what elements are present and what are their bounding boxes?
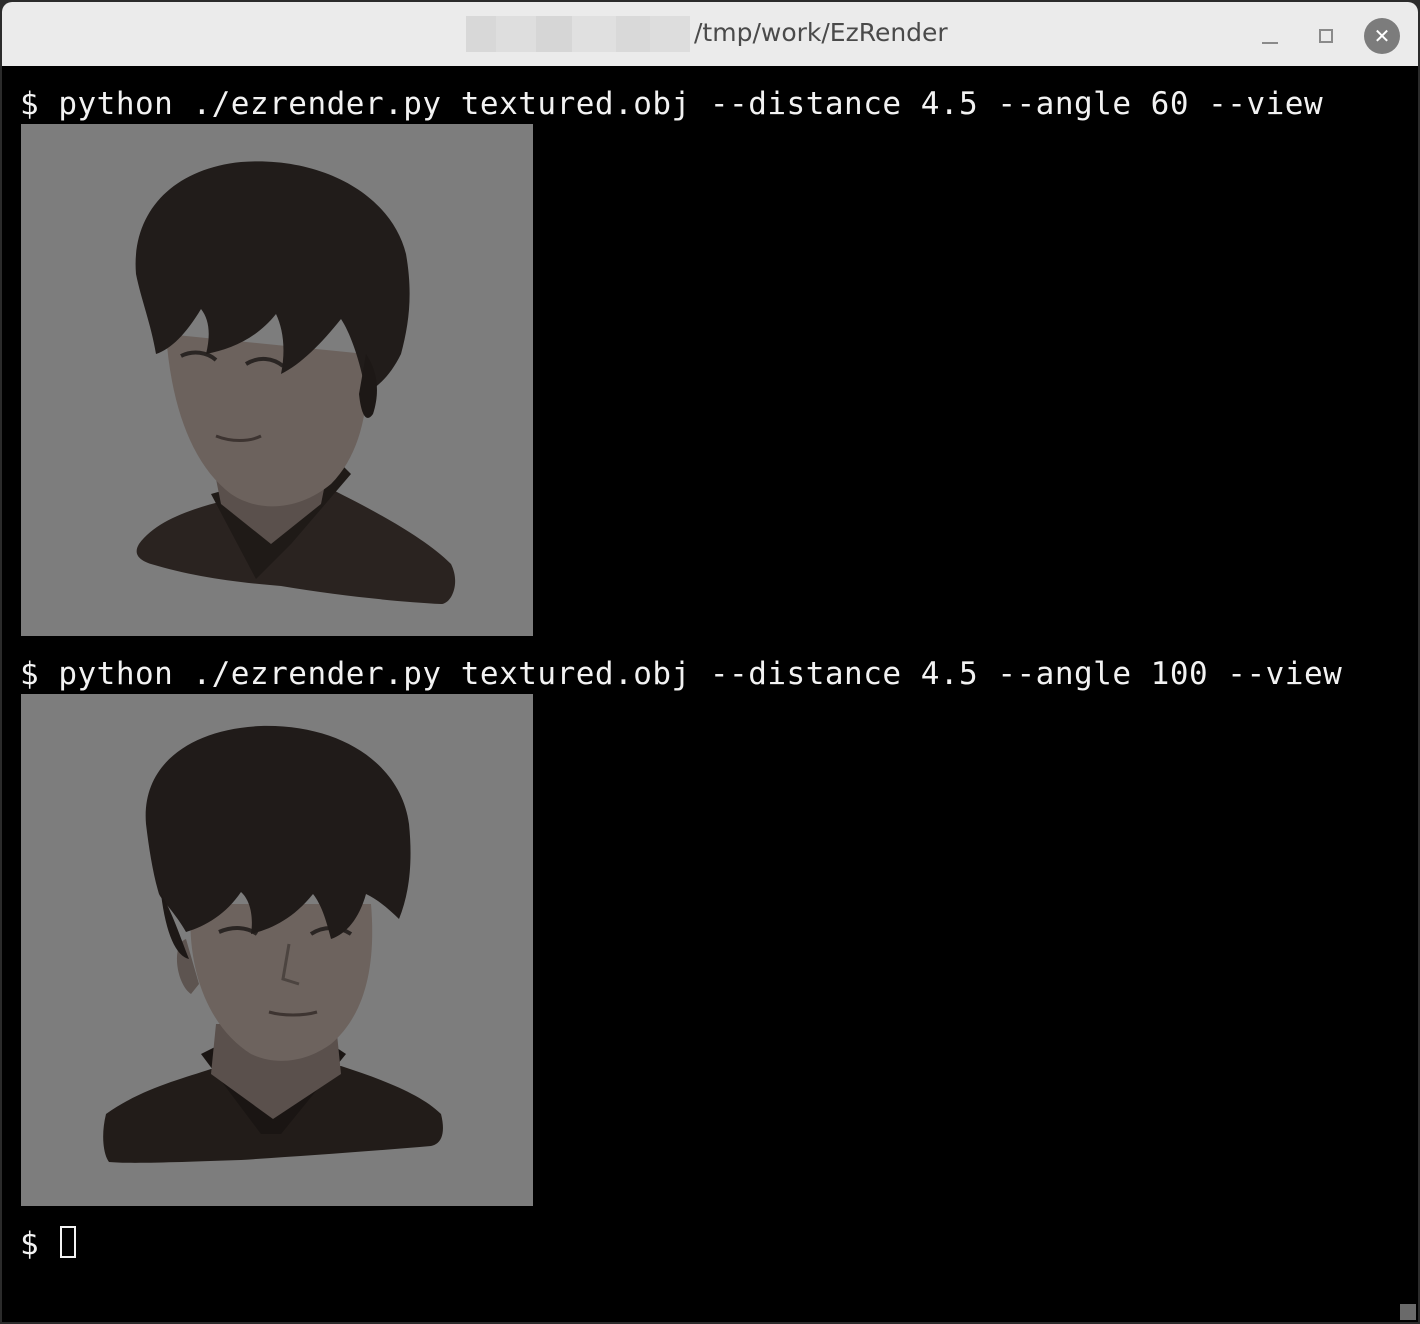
current-prompt: $ [20, 1226, 40, 1262]
window-title: /tmp/work/EzRender [694, 18, 948, 47]
maximize-icon [1319, 29, 1333, 43]
command-line-2: $ python ./ezrender.py textured.obj --di… [20, 656, 1343, 692]
close-icon: ✕ [1373, 24, 1391, 48]
render-view-angle-100 [21, 694, 533, 1206]
blurred-username [466, 16, 690, 52]
head-render-image [135, 161, 456, 604]
terminal-window: /tmp/work/EzRender ✕ $ python ./ezrender… [2, 2, 1418, 1322]
render-view-angle-60 [21, 124, 533, 636]
title-bar[interactable]: /tmp/work/EzRender ✕ [2, 2, 1418, 67]
head-render-image [103, 725, 443, 1163]
minimize-icon [1262, 42, 1278, 44]
terminal-content[interactable]: $ python ./ezrender.py textured.obj --di… [2, 66, 1418, 1322]
maximize-button[interactable] [1308, 18, 1344, 54]
resize-handle[interactable] [1400, 1304, 1416, 1320]
command-line-1: $ python ./ezrender.py textured.obj --di… [20, 86, 1324, 122]
close-button[interactable]: ✕ [1364, 18, 1400, 54]
text-cursor[interactable] [60, 1226, 76, 1258]
minimize-button[interactable] [1252, 18, 1288, 54]
